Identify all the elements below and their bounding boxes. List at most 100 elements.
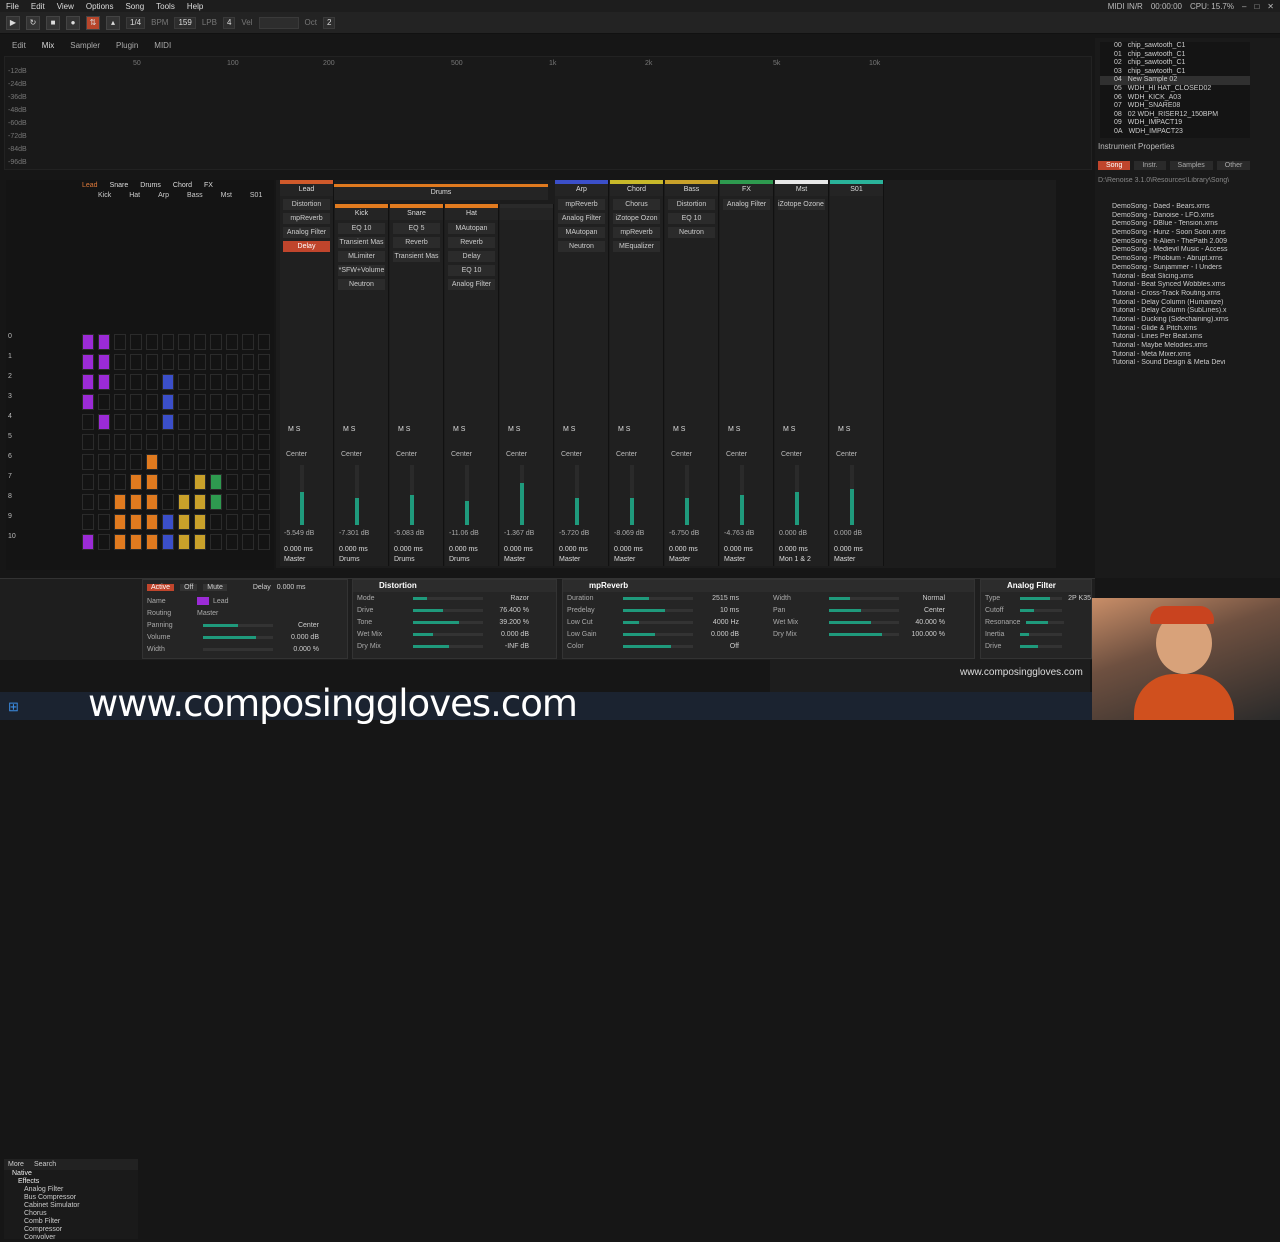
mute-solo-buttons[interactable]: M S: [398, 426, 410, 433]
volume-db-value[interactable]: -7.301 dB: [339, 530, 369, 537]
mixer-track[interactable]: Hat MAutopan Reverb Delay EQ 10 Analog Filter…: [445, 204, 499, 566]
device-slot[interactable]: Neutron: [668, 227, 715, 238]
track-name[interactable]: Snare: [390, 208, 443, 220]
output-routing[interactable]: Drums: [394, 556, 415, 563]
device-slot[interactable]: EQ 10: [448, 265, 495, 276]
mixer-track[interactable]: Kick EQ 10 Transient Mas MLimiter *SFW+Volum…: [335, 204, 389, 566]
pattern-slot[interactable]: [146, 494, 158, 510]
search-label[interactable]: Search: [34, 1161, 56, 1168]
pattern-slot[interactable]: [178, 414, 190, 430]
track-name[interactable]: Kick: [335, 208, 388, 220]
pattern-slot[interactable]: [194, 414, 206, 430]
active-button[interactable]: Active: [147, 584, 175, 591]
track-name[interactable]: [500, 208, 553, 220]
mixer-track[interactable]: Mst iZotope Ozone 7 M S Center 0.000 dB 0.000…: [775, 180, 829, 566]
mute-button[interactable]: Mute: [203, 584, 227, 591]
output-routing[interactable]: Master: [284, 556, 305, 563]
mute-solo-buttons[interactable]: M S: [618, 426, 630, 433]
track-name[interactable]: FX: [720, 184, 773, 196]
sequence-number[interactable]: 7: [8, 473, 16, 493]
pattern-slot[interactable]: [146, 534, 158, 550]
pattern-slot[interactable]: [178, 374, 190, 390]
pattern-slot[interactable]: [98, 494, 110, 510]
pattern-slot[interactable]: [162, 434, 174, 450]
pattern-slot[interactable]: [242, 534, 254, 550]
pattern-slot[interactable]: [114, 334, 126, 350]
pattern-slot[interactable]: [146, 474, 158, 490]
pattern-slot[interactable]: [98, 534, 110, 550]
parameter-slider[interactable]: [1026, 620, 1064, 624]
file-item[interactable]: DemoSong - Phobium - Abrupt.xrns: [1112, 255, 1257, 264]
pattern-slot[interactable]: [162, 494, 174, 510]
device-slot[interactable]: MAutopan: [558, 227, 605, 238]
menu-view[interactable]: View: [51, 2, 80, 11]
lpb-field[interactable]: 4: [222, 16, 236, 29]
pattern-slot[interactable]: [242, 474, 254, 490]
pattern-slot[interactable]: [146, 334, 158, 350]
pattern-slot[interactable]: [210, 374, 222, 390]
parameter-slider[interactable]: [413, 608, 483, 612]
track-mst[interactable]: Mst: [221, 192, 232, 199]
group-drums-header[interactable]: Drums: [334, 184, 548, 200]
file-item[interactable]: Tutorial - Maybe Melodies.xrns: [1112, 342, 1257, 351]
parameter-slider[interactable]: [413, 596, 483, 600]
track-arp[interactable]: Arp: [158, 192, 169, 199]
pattern-slot[interactable]: [98, 434, 110, 450]
tab-other[interactable]: Other: [1216, 161, 1251, 170]
pattern-slot[interactable]: [194, 334, 206, 350]
menu-edit[interactable]: Edit: [25, 2, 51, 11]
file-item[interactable]: Tutorial - Ducking (Sidechaining).xrns: [1112, 316, 1257, 325]
delay-ms-value[interactable]: 0.000 ms: [504, 546, 533, 553]
output-routing[interactable]: Master: [724, 556, 745, 563]
dsp-browser-item[interactable]: Comb Filter: [4, 1218, 138, 1226]
device-slot[interactable]: Delay: [448, 251, 495, 262]
pattern-slot[interactable]: [194, 374, 206, 390]
pattern-slot[interactable]: [162, 514, 174, 530]
pattern-slot[interactable]: [178, 454, 190, 470]
parameter-slider[interactable]: [829, 632, 899, 636]
pattern-slot[interactable]: [226, 374, 238, 390]
track-name[interactable]: Mst: [775, 184, 828, 196]
bpm-field[interactable]: 159: [174, 16, 196, 29]
pattern-slot[interactable]: [242, 334, 254, 350]
parameter-slider[interactable]: [623, 632, 693, 636]
pattern-slot[interactable]: [82, 514, 94, 530]
pattern-slot[interactable]: [114, 374, 126, 390]
panning-slider[interactable]: [203, 623, 273, 627]
parameter-slider[interactable]: [829, 596, 899, 600]
pattern-slot[interactable]: [162, 534, 174, 550]
device-slot[interactable]: Neutron: [338, 279, 385, 290]
pattern-slot[interactable]: [194, 434, 206, 450]
delay-ms-value[interactable]: 0.000 ms: [614, 546, 643, 553]
pattern-slot[interactable]: [146, 394, 158, 410]
delay-value[interactable]: 0.000 ms: [277, 584, 306, 591]
pattern-slot[interactable]: [242, 374, 254, 390]
pattern-slot[interactable]: [258, 454, 270, 470]
pattern-slot[interactable]: [226, 454, 238, 470]
output-routing[interactable]: Master: [504, 556, 525, 563]
pattern-slot[interactable]: [194, 474, 206, 490]
pattern-slot[interactable]: [242, 434, 254, 450]
file-item[interactable]: Tutorial - Cross-Track Routing.xrns: [1112, 290, 1257, 299]
tab-plugin[interactable]: Plugin: [110, 39, 144, 51]
pattern-slot[interactable]: [146, 354, 158, 370]
group-chord[interactable]: Chord: [173, 182, 192, 189]
pattern-slot[interactable]: [130, 354, 142, 370]
routing-value[interactable]: Master: [197, 610, 218, 617]
pattern-slot[interactable]: [82, 334, 94, 350]
pattern-slot[interactable]: [114, 414, 126, 430]
follow-icon[interactable]: ⇅: [86, 15, 100, 30]
menu-song[interactable]: Song: [119, 2, 150, 11]
mute-solo-buttons[interactable]: M S: [343, 426, 355, 433]
delay-ms-value[interactable]: 0.000 ms: [559, 546, 588, 553]
track-name[interactable]: S01: [830, 184, 883, 196]
sequence-number[interactable]: 10: [8, 533, 16, 553]
pattern-slot[interactable]: [98, 374, 110, 390]
delay-ms-value[interactable]: 0.000 ms: [284, 546, 313, 553]
parameter-slider[interactable]: [623, 620, 693, 624]
pattern-slot[interactable]: [178, 334, 190, 350]
volume-db-value[interactable]: -1.367 dB: [504, 530, 534, 537]
pattern-slot[interactable]: [98, 514, 110, 530]
file-item[interactable]: Tutorial - Meta Mixer.xrns: [1112, 351, 1257, 360]
dsp-panel-title[interactable]: Analog Filter: [981, 580, 1091, 592]
